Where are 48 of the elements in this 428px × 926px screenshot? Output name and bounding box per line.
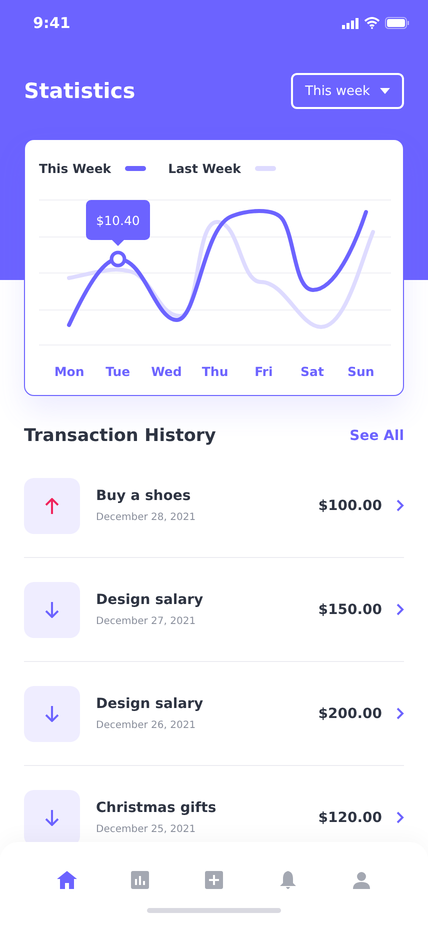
value-tooltip: $10.40 — [86, 200, 150, 246]
section-title: Transaction History — [24, 426, 216, 446]
battery-icon — [385, 17, 410, 29]
transaction-name: Christmas gifts — [96, 800, 218, 816]
arrow-down-icon — [45, 706, 59, 722]
day-label: Tue — [104, 364, 132, 379]
period-dropdown[interactable]: This week — [291, 73, 404, 109]
legend-label: Last Week — [168, 161, 241, 176]
bell-icon — [280, 870, 296, 890]
transaction-date: December 27, 2021 — [96, 616, 197, 627]
nav-tab[interactable] — [54, 868, 79, 892]
transaction-name: Design salary — [96, 592, 204, 608]
day-label: Sun — [346, 364, 376, 379]
legend-label: This Week — [39, 161, 112, 176]
chevron-right-icon[interactable] — [396, 707, 404, 720]
arrow-up-icon — [45, 498, 59, 514]
transaction-date: December 28, 2021 — [96, 512, 197, 523]
add-icon — [204, 871, 223, 889]
chevron-right-icon[interactable] — [396, 499, 404, 512]
page-title: Statistics — [24, 79, 136, 103]
chevron-right-icon[interactable] — [396, 811, 404, 824]
transaction-name: Buy a shoes — [96, 488, 192, 504]
day-label: Thu — [200, 364, 230, 379]
legend-swatch — [125, 166, 146, 171]
data-point[interactable] — [110, 250, 126, 268]
transaction-amount: $100.00 — [318, 498, 382, 514]
arrow-down-icon — [45, 602, 59, 618]
status-time: 9:41 — [33, 14, 70, 32]
day-label: Fri — [254, 364, 274, 379]
caret-down-icon — [380, 88, 390, 94]
day-label: Wed — [150, 364, 183, 379]
transaction-date: December 26, 2021 — [96, 720, 197, 731]
see-all-link[interactable]: See All — [350, 428, 404, 444]
wifi-icon — [364, 17, 380, 29]
bar-chart-icon — [131, 871, 150, 889]
day-label: Mon — [53, 364, 86, 379]
transaction-amount: $120.00 — [318, 810, 382, 826]
legend-swatch — [254, 166, 276, 171]
day-label: Sat — [300, 364, 325, 379]
transaction-name: Design salary — [96, 696, 204, 712]
arrow-down-icon — [45, 810, 59, 826]
transaction-amount: $200.00 — [318, 706, 382, 722]
profile-icon — [352, 872, 370, 888]
home-icon — [56, 871, 77, 889]
transaction-amount: $150.00 — [318, 602, 382, 618]
signal-icon — [342, 18, 359, 28]
chevron-right-icon[interactable] — [396, 603, 404, 616]
transaction-date: December 25, 2021 — [96, 824, 197, 835]
